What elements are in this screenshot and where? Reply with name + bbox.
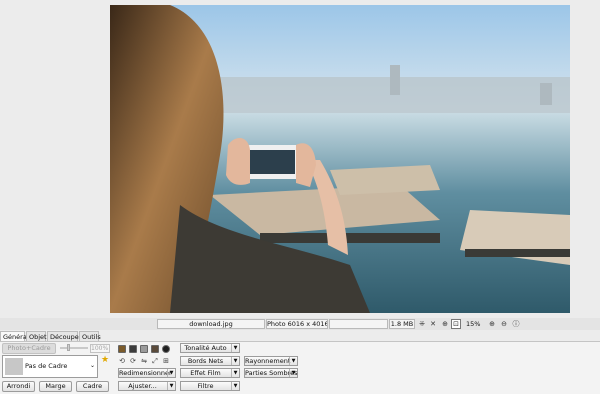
radiance-dropdown[interactable]: Rayonnement ▼: [244, 356, 298, 366]
slider-knob[interactable]: [67, 344, 70, 351]
sharp-edges-label: Bords Nets: [187, 357, 224, 365]
info-icon[interactable]: ⓘ: [511, 319, 521, 329]
zoom-actual-icon[interactable]: ⊕: [440, 319, 450, 329]
chevron-down-icon: ▼: [289, 357, 297, 365]
chevron-down-icon: ▼: [231, 357, 239, 365]
film-effect-label: Effet Film: [190, 369, 221, 377]
chevron-down-icon: ▼: [231, 382, 239, 390]
sharp-edges-dropdown[interactable]: Bords Nets ▼: [180, 356, 240, 366]
radiance-label: Rayonnement: [245, 357, 291, 365]
status-bar: download.jpg Photo 6016 x 4016 1.8 MB ⁜ …: [0, 318, 600, 330]
fit-to-window-icon[interactable]: ⁜: [417, 319, 427, 329]
chevron-down-icon: ▼: [231, 369, 239, 377]
auto-tone-dropdown[interactable]: Tonalité Auto ▼: [180, 343, 240, 353]
zoom-fit-icon[interactable]: ⊡: [451, 319, 461, 329]
tab-general[interactable]: Général: [0, 331, 29, 341]
zoom-in-icon[interactable]: ⊕: [487, 319, 497, 329]
image-dimensions: Photo 6016 x 4016: [266, 319, 328, 329]
photo-canvas[interactable]: [110, 5, 570, 313]
rotate-right-icon[interactable]: ⟳: [129, 357, 137, 365]
photo-image: [110, 5, 570, 313]
frame-button[interactable]: Cadre: [76, 381, 109, 392]
margin-button[interactable]: Marge: [39, 381, 72, 392]
film-effect-dropdown[interactable]: Effet Film ▼: [180, 368, 240, 378]
zoom-level: 15%: [466, 320, 481, 328]
filename-display: download.jpg: [157, 319, 265, 329]
color-swatch[interactable]: [162, 345, 170, 353]
chevron-down-icon: ▼: [167, 382, 175, 390]
chevron-down-icon: ▼: [289, 369, 297, 377]
fullscreen-icon[interactable]: ✕: [428, 319, 438, 329]
resize-dropdown-label: Redimensionner: [119, 369, 172, 377]
zoom-out-icon[interactable]: ⊖: [499, 319, 509, 329]
expand-icon[interactable]: ⤢: [151, 357, 159, 365]
color-swatch[interactable]: [151, 345, 159, 353]
color-swatch[interactable]: [140, 345, 148, 353]
status-empty-cell: [329, 319, 388, 329]
flip-icon[interactable]: ⇋: [140, 357, 148, 365]
color-swatch[interactable]: [129, 345, 137, 353]
tab-tools[interactable]: Outils: [79, 331, 101, 341]
tab-crop[interactable]: Découper: [47, 331, 81, 341]
opacity-slider[interactable]: [60, 344, 88, 351]
opacity-field[interactable]: 100%: [90, 344, 110, 353]
round-button[interactable]: Arrondi: [2, 381, 35, 392]
frame-thumbnail: [5, 358, 23, 375]
canvas-area: [0, 0, 600, 318]
adjust-dropdown-label: Ajuster...: [128, 382, 157, 390]
frame-selector[interactable]: Pas de Cadre ⌄: [2, 355, 98, 378]
rotate-left-icon[interactable]: ⟲: [118, 357, 126, 365]
slider-track: [60, 347, 88, 349]
color-swatch[interactable]: [118, 345, 126, 353]
dark-parts-dropdown[interactable]: Parties Sombres ▼: [244, 368, 298, 378]
resize-dropdown[interactable]: Redimensionner ▼: [118, 368, 176, 378]
chevron-down-icon: ▼: [231, 344, 239, 352]
photo-frame-button[interactable]: Photo+Cadre: [2, 343, 56, 354]
grid-icon[interactable]: ⊞: [162, 357, 170, 365]
chevron-down-icon: ⌄: [89, 362, 95, 369]
adjust-dropdown[interactable]: Ajuster... ▼: [118, 381, 176, 391]
favorite-star-icon[interactable]: ★: [101, 355, 109, 365]
tab-object[interactable]: Objet: [26, 331, 47, 341]
filter-label: Filtre: [197, 382, 214, 390]
filter-dropdown[interactable]: Filtre ▼: [180, 381, 240, 391]
file-size: 1.8 MB: [389, 319, 415, 329]
chevron-down-icon: ▼: [167, 369, 175, 377]
frame-selector-label: Pas de Cadre: [25, 362, 68, 370]
auto-tone-label: Tonalité Auto: [184, 344, 227, 352]
dark-parts-label: Parties Sombres: [245, 369, 298, 377]
